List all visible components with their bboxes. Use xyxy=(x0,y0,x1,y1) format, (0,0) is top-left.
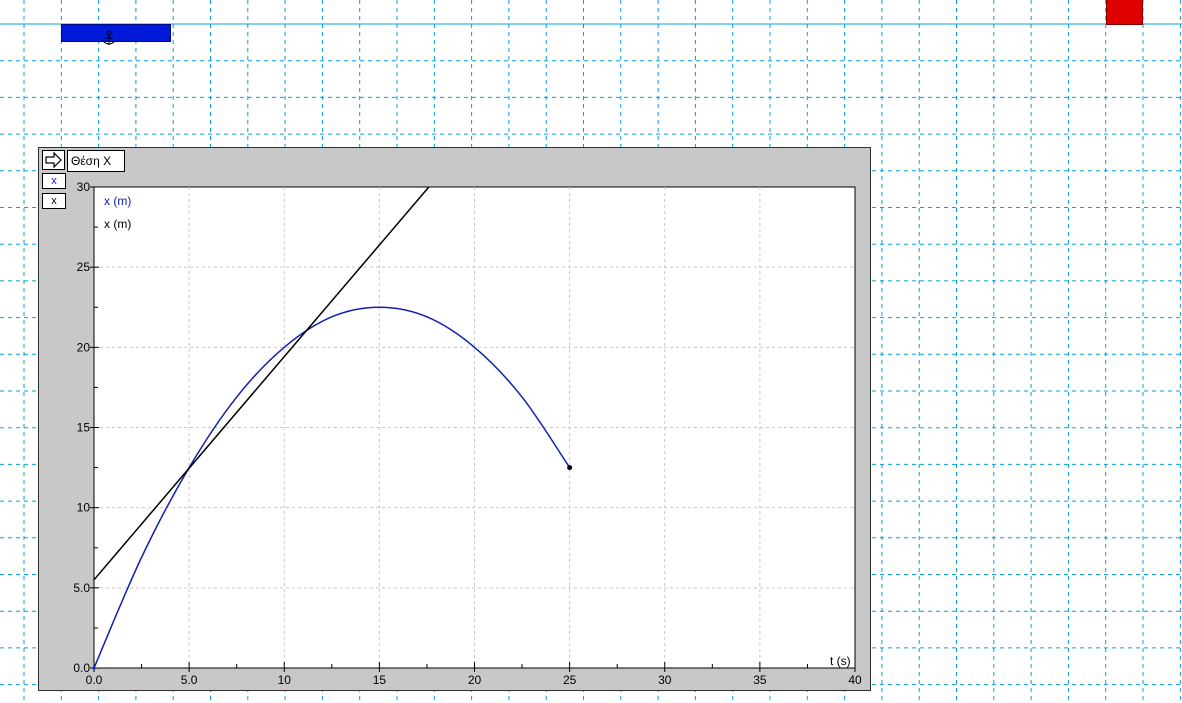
y-tick-label: 10 xyxy=(77,501,91,515)
y-tick-label: 15 xyxy=(77,421,91,435)
x-tick-label: 35 xyxy=(753,673,767,687)
x-tick-label: 15 xyxy=(373,673,387,687)
x-tick-label: 10 xyxy=(278,673,292,687)
x-tick-label: 30 xyxy=(658,673,672,687)
curve-start-point xyxy=(92,666,96,670)
legend-entry-1: x (m) xyxy=(104,194,131,208)
x-tick-label: 5.0 xyxy=(181,673,198,687)
y-tick-label: 30 xyxy=(77,180,91,194)
y-tick-label: 25 xyxy=(77,260,91,274)
x-tick-label: 0.0 xyxy=(86,673,103,687)
y-tick-label: 0.0 xyxy=(73,661,90,675)
x-tick-label: 25 xyxy=(563,673,577,687)
curve-endpoint xyxy=(567,465,573,471)
legend-entry-2: x (m) xyxy=(104,217,131,231)
y-tick-label: 20 xyxy=(77,340,91,354)
position-time-chart: 0.0 5.0 10 15 20 25 30 35 40 0.0 5.0 10 15 20 25 30 x (… xyxy=(73,180,862,687)
x-tick-label: 40 xyxy=(848,673,862,687)
x-tick-label: 20 xyxy=(468,673,482,687)
y-tick-label: 5.0 xyxy=(73,581,90,595)
x-axis-label: t (s) xyxy=(830,654,851,668)
